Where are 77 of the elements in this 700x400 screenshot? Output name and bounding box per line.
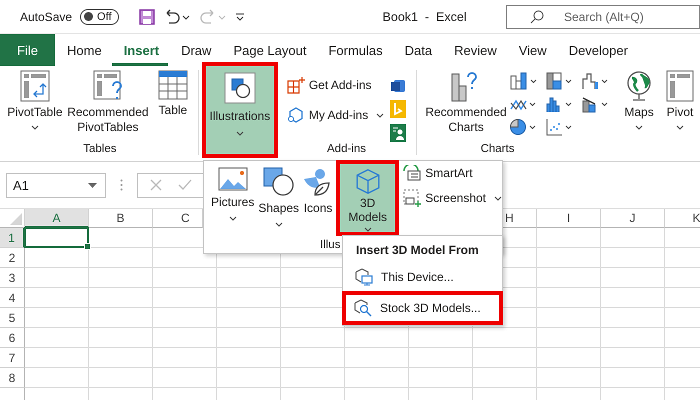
group-label: Charts [480,143,516,157]
ribbon-tab[interactable]: Developer [556,34,637,66]
my-add-ins-button[interactable]: My Add-ins [286,106,384,124]
smartart-button[interactable]: SmartArt [403,165,502,181]
search-field[interactable]: Search (Alt+Q) [506,4,700,28]
row-header[interactable]: 1 [0,228,25,248]
column-chart-icon[interactable] [510,72,538,90]
ribbon-tab[interactable]: View [506,34,556,66]
cube-search-icon [354,298,372,317]
ribbon-tab[interactable]: Home [55,34,111,66]
name-box[interactable]: A1 [6,172,106,198]
column-header[interactable]: I [537,209,601,228]
column-header[interactable]: A [25,209,89,228]
row-header[interactable]: 3 [0,268,25,288]
column-header[interactable]: K [665,209,700,228]
shapes-icon [262,167,295,197]
menu-item[interactable]: This Device... [343,264,502,291]
ribbon-tab[interactable]: Formulas [316,34,392,66]
recommended-pivottables-button[interactable]: Recommended PivotTables [66,70,150,135]
group-label: Illus [320,239,340,251]
recommended-charts-button[interactable]: Recommended Charts [425,70,508,135]
screenshot-button[interactable]: Screenshot [403,189,502,207]
row-header[interactable]: 7 [0,348,25,368]
shapes-icon [224,72,256,104]
scatter-chart-icon[interactable] [546,118,574,136]
pivottable-button[interactable]: PivotTable [6,70,63,130]
picture-icon [218,167,248,191]
pie-chart-icon[interactable] [510,118,538,136]
menu-heading: Insert 3D Model From [355,242,480,259]
group-label: Tables [83,143,116,157]
table-icon [158,70,188,100]
visio-icon[interactable] [390,78,406,94]
cube-monitor-icon [355,268,373,286]
search-icon [530,10,544,24]
get-add-ins-button[interactable]: Get Add-ins [286,76,384,94]
menu-item[interactable]: Stock 3D Models... [342,290,503,326]
gallery-button[interactable]: Shapes [257,161,300,227]
window-title: Book1 - Excel [382,10,467,24]
gallery-button[interactable]: Pictures [210,161,256,221]
column-header[interactable]: J [601,209,665,228]
autosave-label: AutoSave [20,10,72,24]
pivotchart-button[interactable]: Pivot [660,70,700,130]
gallery-button[interactable]: Icons [302,161,334,216]
dropdown-arrow-icon [88,182,97,188]
selected-cell[interactable] [24,227,89,248]
column-header[interactable]: B [89,209,153,228]
people-graph-icon[interactable] [390,124,406,142]
ribbon-tab[interactable]: Insert [112,34,168,66]
row-header[interactable]: 5 [0,308,25,328]
customize-icon[interactable] [234,12,245,22]
3d-models-button[interactable]: 3D Models [336,160,400,236]
ribbon-tab[interactable]: Data [392,34,442,66]
pivottable-icon [20,70,50,102]
row-header[interactable]: 4 [0,288,25,308]
row-header[interactable]: 8 [0,368,25,388]
hierarchy-chart-icon[interactable] [546,72,574,90]
cube-icon [354,168,382,195]
waterfall-chart-icon[interactable] [582,72,610,90]
group-label: Add-ins [327,143,366,157]
illustrations-button[interactable]: Illustrations [202,62,278,158]
save-icon[interactable] [138,8,155,24]
ribbon-tab[interactable]: Review [442,34,506,66]
grid-plus-icon [286,76,305,94]
row-header[interactable]: 6 [0,328,25,348]
smartart-icon [403,165,422,181]
maps-button[interactable]: Maps [621,70,658,130]
grip-icon [120,179,123,191]
autosave-toggle[interactable]: Off [80,8,119,24]
pivotchart-icon [666,70,694,102]
screenshot-icon [403,189,422,207]
file-tab[interactable]: File [0,34,55,66]
hexagon-icon [286,106,305,124]
row-header[interactable]: 2 [0,248,25,268]
histogram-icon[interactable] [546,95,574,113]
pivottable-question-icon [92,70,123,102]
table-button[interactable]: Table [152,70,193,118]
combo-chart-icon[interactable] [582,95,610,113]
